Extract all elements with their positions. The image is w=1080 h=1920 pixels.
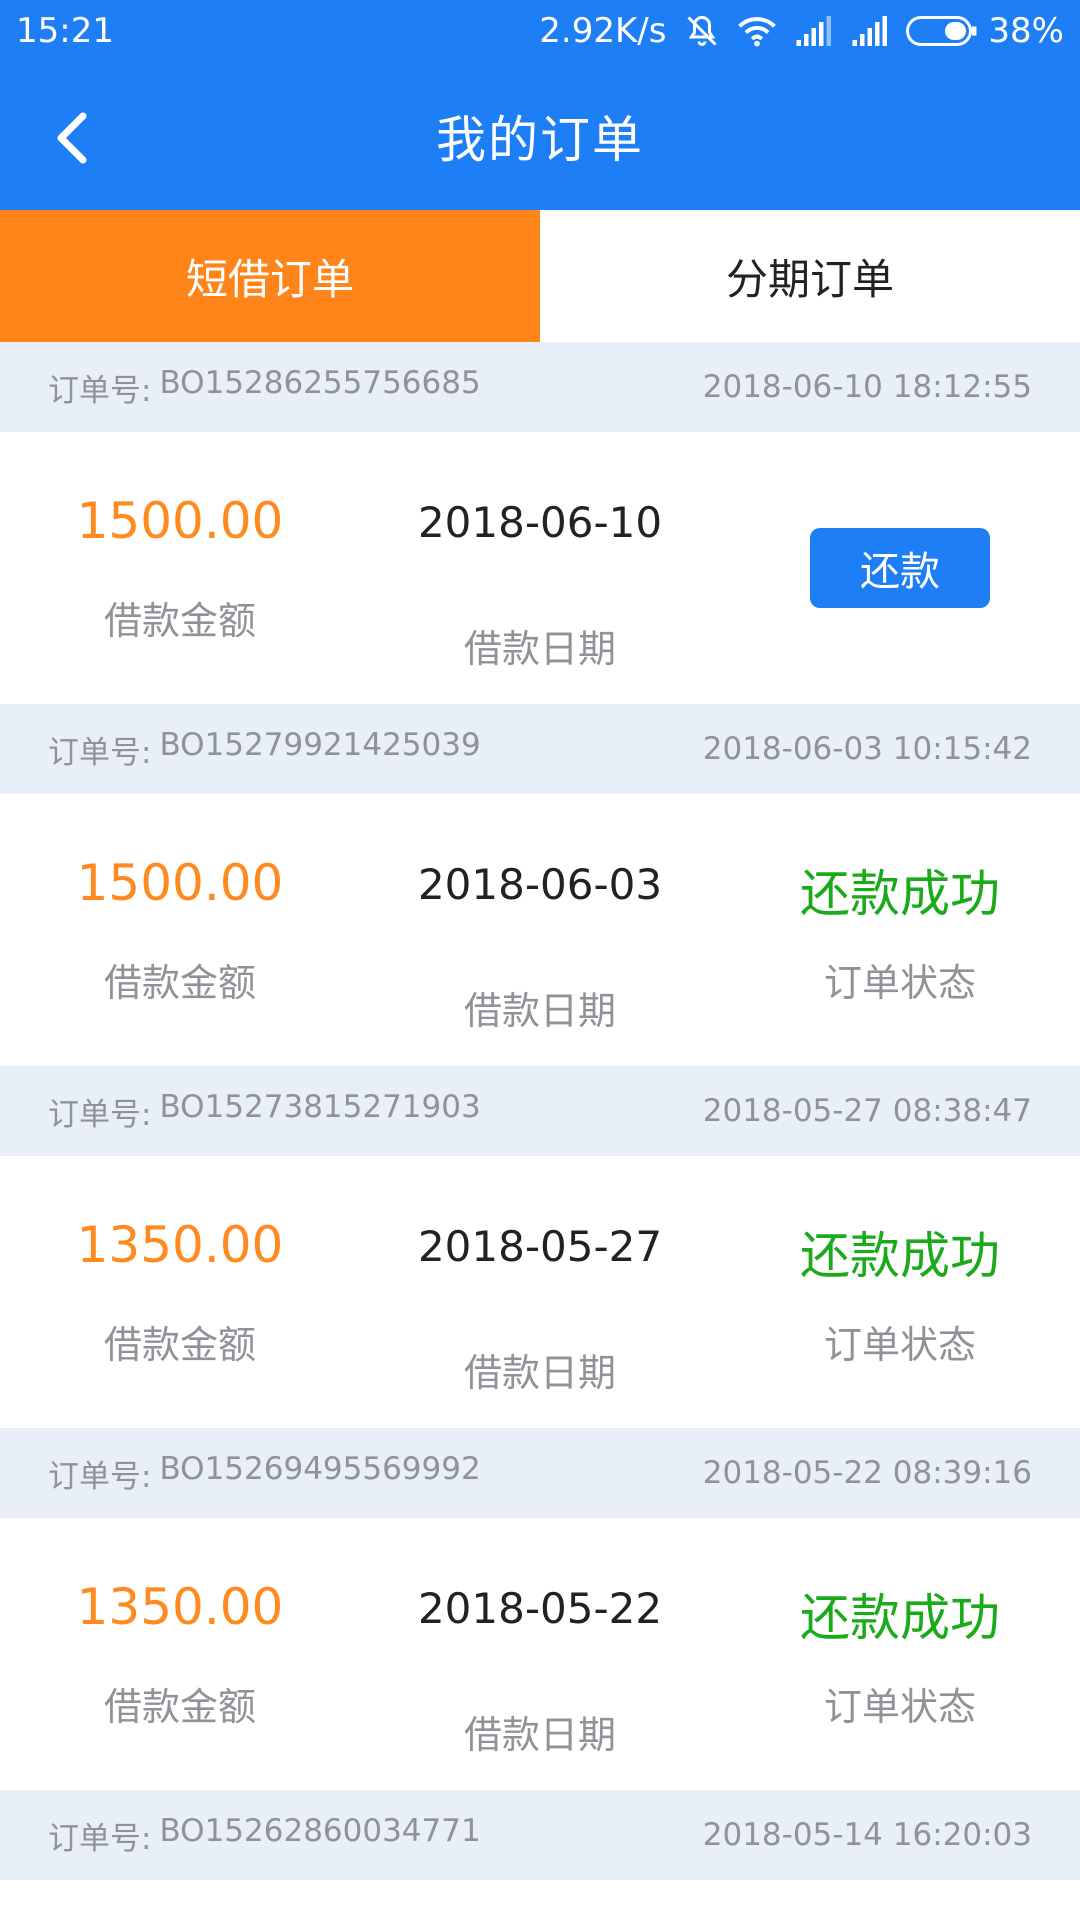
- order-header: 订单号: BO15269495569992 2018-05-22 08:39:1…: [0, 1428, 1080, 1518]
- order-status-label: 订单状态: [823, 961, 976, 1005]
- order-tabs: 短借订单 分期订单: [0, 210, 1080, 342]
- order-no-prefix: 订单号:: [48, 1458, 152, 1495]
- status-time: 15:21: [16, 11, 114, 51]
- order-number: 订单号: BO15269495569992: [48, 1451, 481, 1496]
- order-header: 订单号: BO15262860034771 2018-05-14 16:20:0…: [0, 1790, 1080, 1880]
- order-list: 订单号: BO15286255756685 2018-06-10 18:12:5…: [0, 342, 1080, 1880]
- order-status-label: 订单状态: [823, 1685, 976, 1729]
- loan-date: 2018-05-27: [417, 1222, 663, 1271]
- order-item[interactable]: 1500.00 借款金额 2018-06-10 借款日期 还款: [0, 432, 1080, 704]
- loan-amount: 1500.00: [76, 854, 284, 912]
- repay-button[interactable]: 还款: [810, 528, 990, 608]
- app-header: 我的订单: [0, 62, 1080, 210]
- wifi-icon: [738, 17, 777, 47]
- status-right: 2.92K/s 38%: [539, 11, 1064, 51]
- order-no-value: BO15273815271903: [159, 1088, 481, 1125]
- order-no-prefix: 订单号:: [48, 372, 152, 409]
- order-datetime: 2018-05-14 16:20:03: [702, 1817, 1032, 1853]
- order-header: 订单号: BO15273815271903 2018-05-27 08:38:4…: [0, 1066, 1080, 1156]
- order-item[interactable]: 1500.00 借款金额 2018-06-03 借款日期 还款成功 订单状态: [0, 794, 1080, 1066]
- order-header: 订单号: BO15286255756685 2018-06-10 18:12:5…: [0, 342, 1080, 432]
- order-no-value: BO15286255756685: [159, 364, 481, 401]
- loan-amount-label: 借款金额: [103, 1323, 256, 1367]
- order-status: 还款成功: [800, 1227, 1000, 1285]
- status-column: 还款成功 订单状态: [720, 1156, 1080, 1428]
- status-bar: 15:21 2.92K/s 38%: [0, 0, 1080, 62]
- loan-amount-label: 借款金额: [103, 1685, 256, 1729]
- tab-installment[interactable]: 分期订单: [540, 210, 1080, 342]
- tab-short-loan[interactable]: 短借订单: [0, 210, 540, 342]
- loan-amount: 1350.00: [76, 1216, 284, 1274]
- loan-date-label: 借款日期: [463, 989, 616, 1033]
- loan-date: 2018-06-10: [417, 498, 663, 547]
- order-number: 订单号: BO15279921425039: [48, 727, 481, 772]
- order-no-value: BO15269495569992: [159, 1450, 481, 1487]
- status-column: 还款成功 订单状态: [720, 794, 1080, 1066]
- status-column: 还款: [720, 432, 1080, 704]
- status-column: 还款成功 订单状态: [720, 1518, 1080, 1790]
- signal-icon: [796, 16, 832, 46]
- order-no-value: BO15262860034771: [159, 1812, 481, 1849]
- signal-icon: [852, 16, 888, 46]
- loan-amount-label: 借款金额: [103, 599, 256, 643]
- loan-date: 2018-06-03: [417, 860, 663, 909]
- battery-percent: 38%: [988, 11, 1064, 51]
- order-status: 还款成功: [800, 1589, 1000, 1647]
- order-item[interactable]: 1350.00 借款金额 2018-05-22 借款日期 还款成功 订单状态: [0, 1518, 1080, 1790]
- mute-icon: [687, 15, 717, 46]
- loan-date-label: 借款日期: [463, 1351, 616, 1395]
- loan-date: 2018-05-22: [417, 1584, 663, 1633]
- battery-icon: [906, 16, 977, 46]
- amount-column: 1350.00 借款金额: [0, 1518, 360, 1790]
- order-item[interactable]: 1350.00 借款金额 2018-05-27 借款日期 还款成功 订单状态: [0, 1156, 1080, 1428]
- date-column: 2018-05-22 借款日期: [360, 1518, 720, 1790]
- date-column: 2018-05-27 借款日期: [360, 1156, 720, 1428]
- order-no-prefix: 订单号:: [48, 734, 152, 771]
- amount-column: 1500.00 借款金额: [0, 432, 360, 704]
- order-no-prefix: 订单号:: [48, 1096, 152, 1133]
- back-button[interactable]: [36, 98, 106, 178]
- loan-date-label: 借款日期: [463, 1713, 616, 1757]
- order-number: 订单号: BO15273815271903: [48, 1089, 481, 1134]
- order-status-label: 订单状态: [823, 1323, 976, 1367]
- order-datetime: 2018-05-27 08:38:47: [702, 1093, 1032, 1129]
- order-no-prefix: 订单号:: [48, 1820, 152, 1857]
- order-number: 订单号: BO15262860034771: [48, 1813, 481, 1858]
- amount-column: 1500.00 借款金额: [0, 794, 360, 1066]
- loan-date-label: 借款日期: [463, 627, 616, 671]
- chevron-left-icon: [57, 112, 87, 164]
- order-number: 订单号: BO15286255756685: [48, 365, 481, 410]
- loan-amount: 1500.00: [76, 492, 284, 550]
- date-column: 2018-06-10 借款日期: [360, 432, 720, 704]
- order-status: 还款成功: [800, 865, 1000, 923]
- order-datetime: 2018-06-10 18:12:55: [702, 369, 1032, 405]
- amount-column: 1350.00 借款金额: [0, 1156, 360, 1428]
- battery: 38%: [906, 11, 1064, 51]
- page-title: 我的订单: [436, 111, 644, 169]
- order-no-value: BO15279921425039: [159, 726, 481, 763]
- order-header: 订单号: BO15279921425039 2018-06-03 10:15:4…: [0, 704, 1080, 794]
- order-datetime: 2018-06-03 10:15:42: [702, 731, 1032, 767]
- date-column: 2018-06-03 借款日期: [360, 794, 720, 1066]
- loan-amount: 1350.00: [76, 1578, 284, 1636]
- order-datetime: 2018-05-22 08:39:16: [702, 1455, 1032, 1491]
- loan-amount-label: 借款金额: [103, 961, 256, 1005]
- network-speed: 2.92K/s: [539, 11, 667, 51]
